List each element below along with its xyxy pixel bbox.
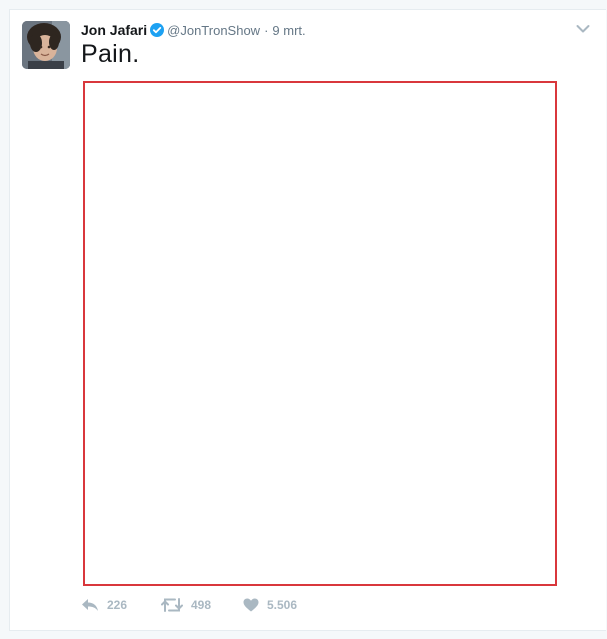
author-fullname[interactable]: Jon Jafari: [81, 22, 147, 38]
chevron-down-icon[interactable]: [576, 22, 590, 36]
like-count: 5.506: [267, 598, 298, 612]
tweet-header: Jon Jafari @JonTronShow · 9 mrt.: [81, 21, 306, 39]
reply-count: 226: [107, 598, 128, 612]
reply-icon: [81, 598, 99, 612]
avatar[interactable]: [22, 21, 70, 69]
heart-icon: [243, 598, 259, 612]
avatar-photo-icon: [22, 21, 70, 69]
page: Jon Jafari @JonTronShow · 9 mrt. Pain. 2…: [0, 0, 607, 639]
tweet-actions: 226 498 5.506: [81, 598, 323, 612]
verified-badge-icon: [150, 23, 165, 37]
author-username[interactable]: @JonTronShow: [167, 23, 260, 38]
retweet-icon: [161, 598, 183, 612]
reply-button[interactable]: 226: [81, 598, 161, 612]
tweet-text: Pain.: [81, 40, 140, 68]
retweet-count: 498: [191, 598, 212, 612]
header-separator: ·: [264, 22, 269, 38]
like-button[interactable]: 5.506: [243, 598, 323, 612]
retweet-button[interactable]: 498: [161, 598, 243, 612]
tweet-card[interactable]: Jon Jafari @JonTronShow · 9 mrt. Pain. 2…: [9, 9, 606, 631]
tweet-media[interactable]: [83, 81, 557, 586]
tweet-timestamp[interactable]: 9 mrt.: [272, 23, 305, 38]
